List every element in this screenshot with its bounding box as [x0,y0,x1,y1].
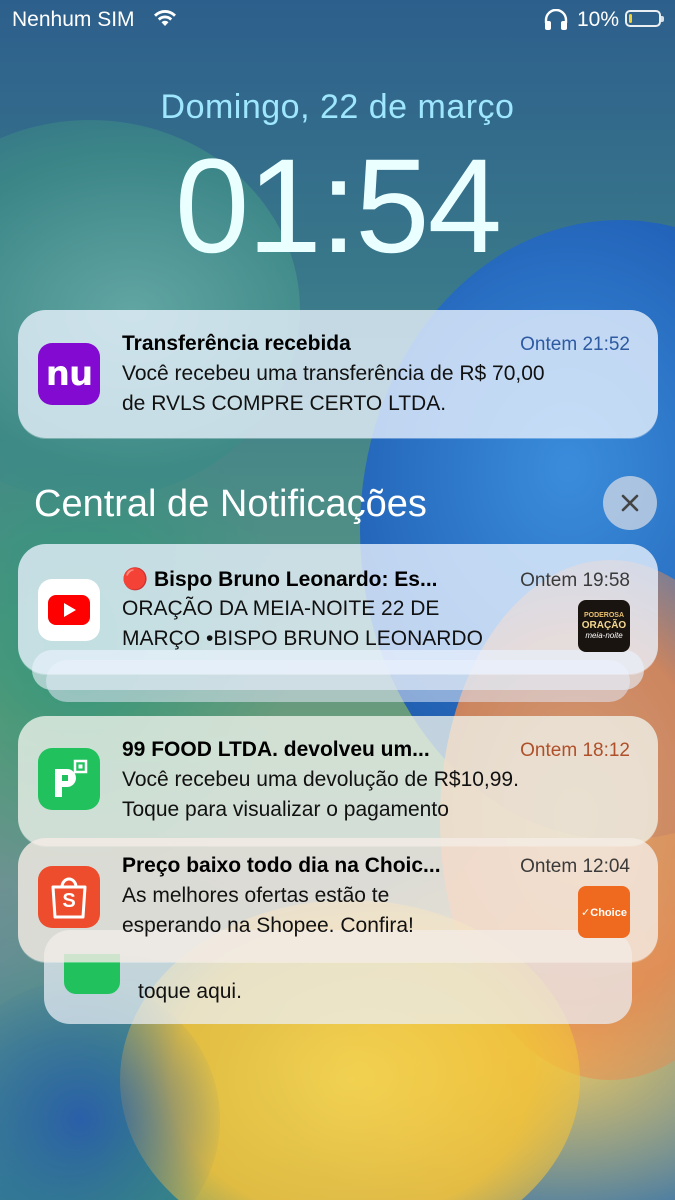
thumbnail-text: PODEROSA [583,612,625,619]
close-icon [621,494,639,512]
notification-body-line: MARÇO •BISPO BRUNO LEONARDO [122,627,483,650]
thumbnail-text: ORAÇÃO [581,620,627,631]
notification-shopee[interactable]: S Preço baixo todo dia na Choic... Ontem… [18,838,658,962]
notification-time: Ontem 21:52 [520,334,630,355]
carrier-label: Nenhum SIM [12,8,135,31]
notification-thumbnail: PODEROSA ORAÇÃO meia-noite [578,600,630,652]
youtube-logo-icon [48,595,90,625]
wifi-icon [152,7,178,34]
youtube-app-icon [38,579,100,641]
notification-body-line: As melhores ofertas estão te [122,884,390,907]
notification-title: Transferência recebida [122,332,351,355]
notification-time: Ontem 12:04 [520,856,630,877]
clear-notifications-button[interactable] [603,476,657,530]
shopee-logo-letter: S [62,890,76,912]
nubank-app-icon: nu [38,343,100,405]
notification-title: Preço baixo todo dia na Choic... [122,854,441,877]
shopee-app-icon: S [38,866,100,928]
notification-body-line: toque aqui. [138,980,242,1003]
notification-time: Ontem 19:58 [520,570,630,591]
notification-picpay[interactable]: 99 FOOD LTDA. devolveu um... Ontem 18:12… [18,716,658,846]
notification-youtube[interactable]: 🔴 Bispo Bruno Leonardo: Es... Ontem 19:5… [18,544,658,674]
nubank-logo-text: nu [45,354,93,394]
notification-body-line: Você recebeu uma transferência de R$ 70,… [122,362,545,385]
battery-percentage: 10% [577,8,620,31]
notification-body-line: de RVLS COMPRE CERTO LTDA. [122,392,447,415]
headphones-icon [543,8,569,36]
battery-icon [625,10,664,27]
notification-body-line: Toque para visualizar o pagamento [122,798,449,821]
picpay-app-icon [38,748,100,810]
battery-level-fill [629,14,632,23]
notification-body-line: ORAÇÃO DA MEIA-NOITE 22 DE [122,597,440,620]
notification-center-title: Central de Notificações [34,483,427,525]
notification-title: 🔴 Bispo Bruno Leonardo: Es... [122,568,438,591]
notification-body-line: Você recebeu uma devolução de R$10,99. [122,768,519,791]
lock-date: Domingo, 22 de março [160,88,515,126]
notification-title: 99 FOOD LTDA. devolveu um... [122,738,430,761]
notification-thumbnail: ✓Choice [578,886,630,938]
battery-cap [661,16,664,22]
notification-nubank[interactable]: nu Transferência recebida Ontem 21:52 Vo… [18,310,658,438]
lock-time: 01:54 [174,132,502,281]
thumbnail-text: ✓Choice [581,906,627,919]
thumbnail-text: meia-noite [585,631,623,640]
picpay-logo-icon [55,759,88,797]
status-bar: Nenhum SIM 10% [0,0,675,40]
notification-time: Ontem 18:12 [520,740,630,761]
notification-body-line: esperando na Shopee. Confira! [122,914,414,937]
